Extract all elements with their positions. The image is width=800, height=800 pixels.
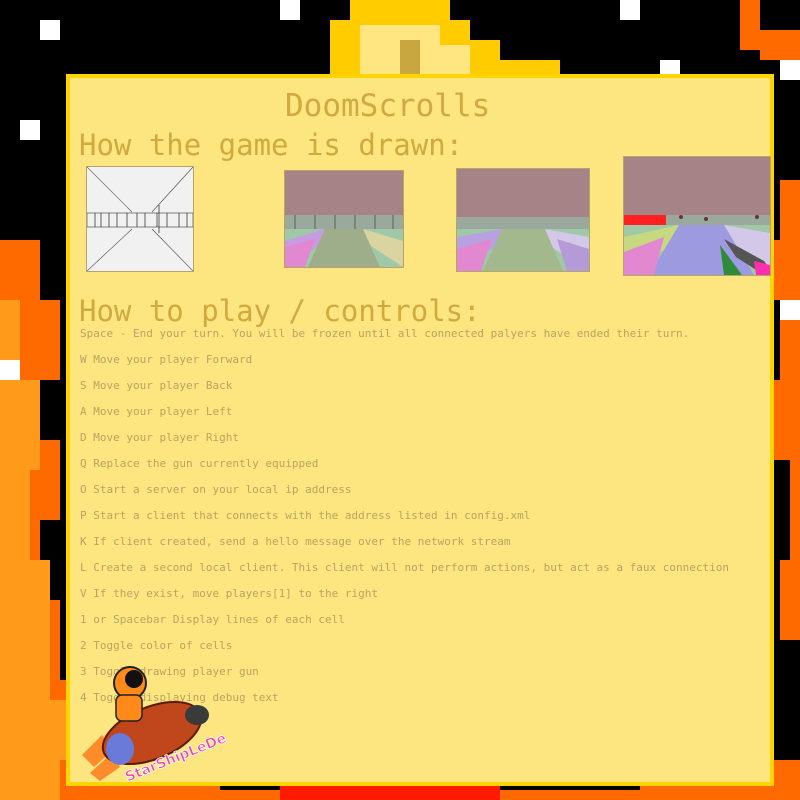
render-thumbnail-colored: [456, 168, 590, 272]
control-line: V If they exist, move players[1] to the …: [80, 587, 379, 600]
control-line: K If client created, send a hello messag…: [80, 535, 511, 548]
control-line: L Create a second local client. This cli…: [80, 561, 730, 574]
control-line: A Move your player Left: [80, 405, 233, 418]
render-thumbnail-wireframe: [86, 166, 194, 272]
controls-heading: How to play / controls:: [79, 294, 481, 328]
control-line: S Move your player Back: [80, 379, 233, 392]
control-line: P Start a client that connects with the …: [80, 509, 531, 522]
game-title: DoomScrolls: [285, 88, 491, 124]
control-line: Q Replace the gun currently equipped: [80, 457, 319, 470]
render-thumbnail-gameplay: [623, 156, 771, 276]
control-line: Space - End your turn. You will be froze…: [80, 327, 690, 340]
control-line: 2 Toggle color of cells: [80, 639, 233, 652]
render-thumbnail-grid: [284, 170, 404, 268]
control-line: O Start a server on your local ip addres…: [80, 483, 352, 496]
control-line: D Move your player Right: [80, 431, 239, 444]
rocket-logo-icon: StarShipLeDe: [82, 666, 229, 785]
drawn-heading: How the game is drawn:: [79, 128, 464, 162]
control-line: 1 or Spacebar Display lines of each cell: [80, 613, 345, 626]
control-line: W Move your player Forward: [80, 353, 253, 366]
